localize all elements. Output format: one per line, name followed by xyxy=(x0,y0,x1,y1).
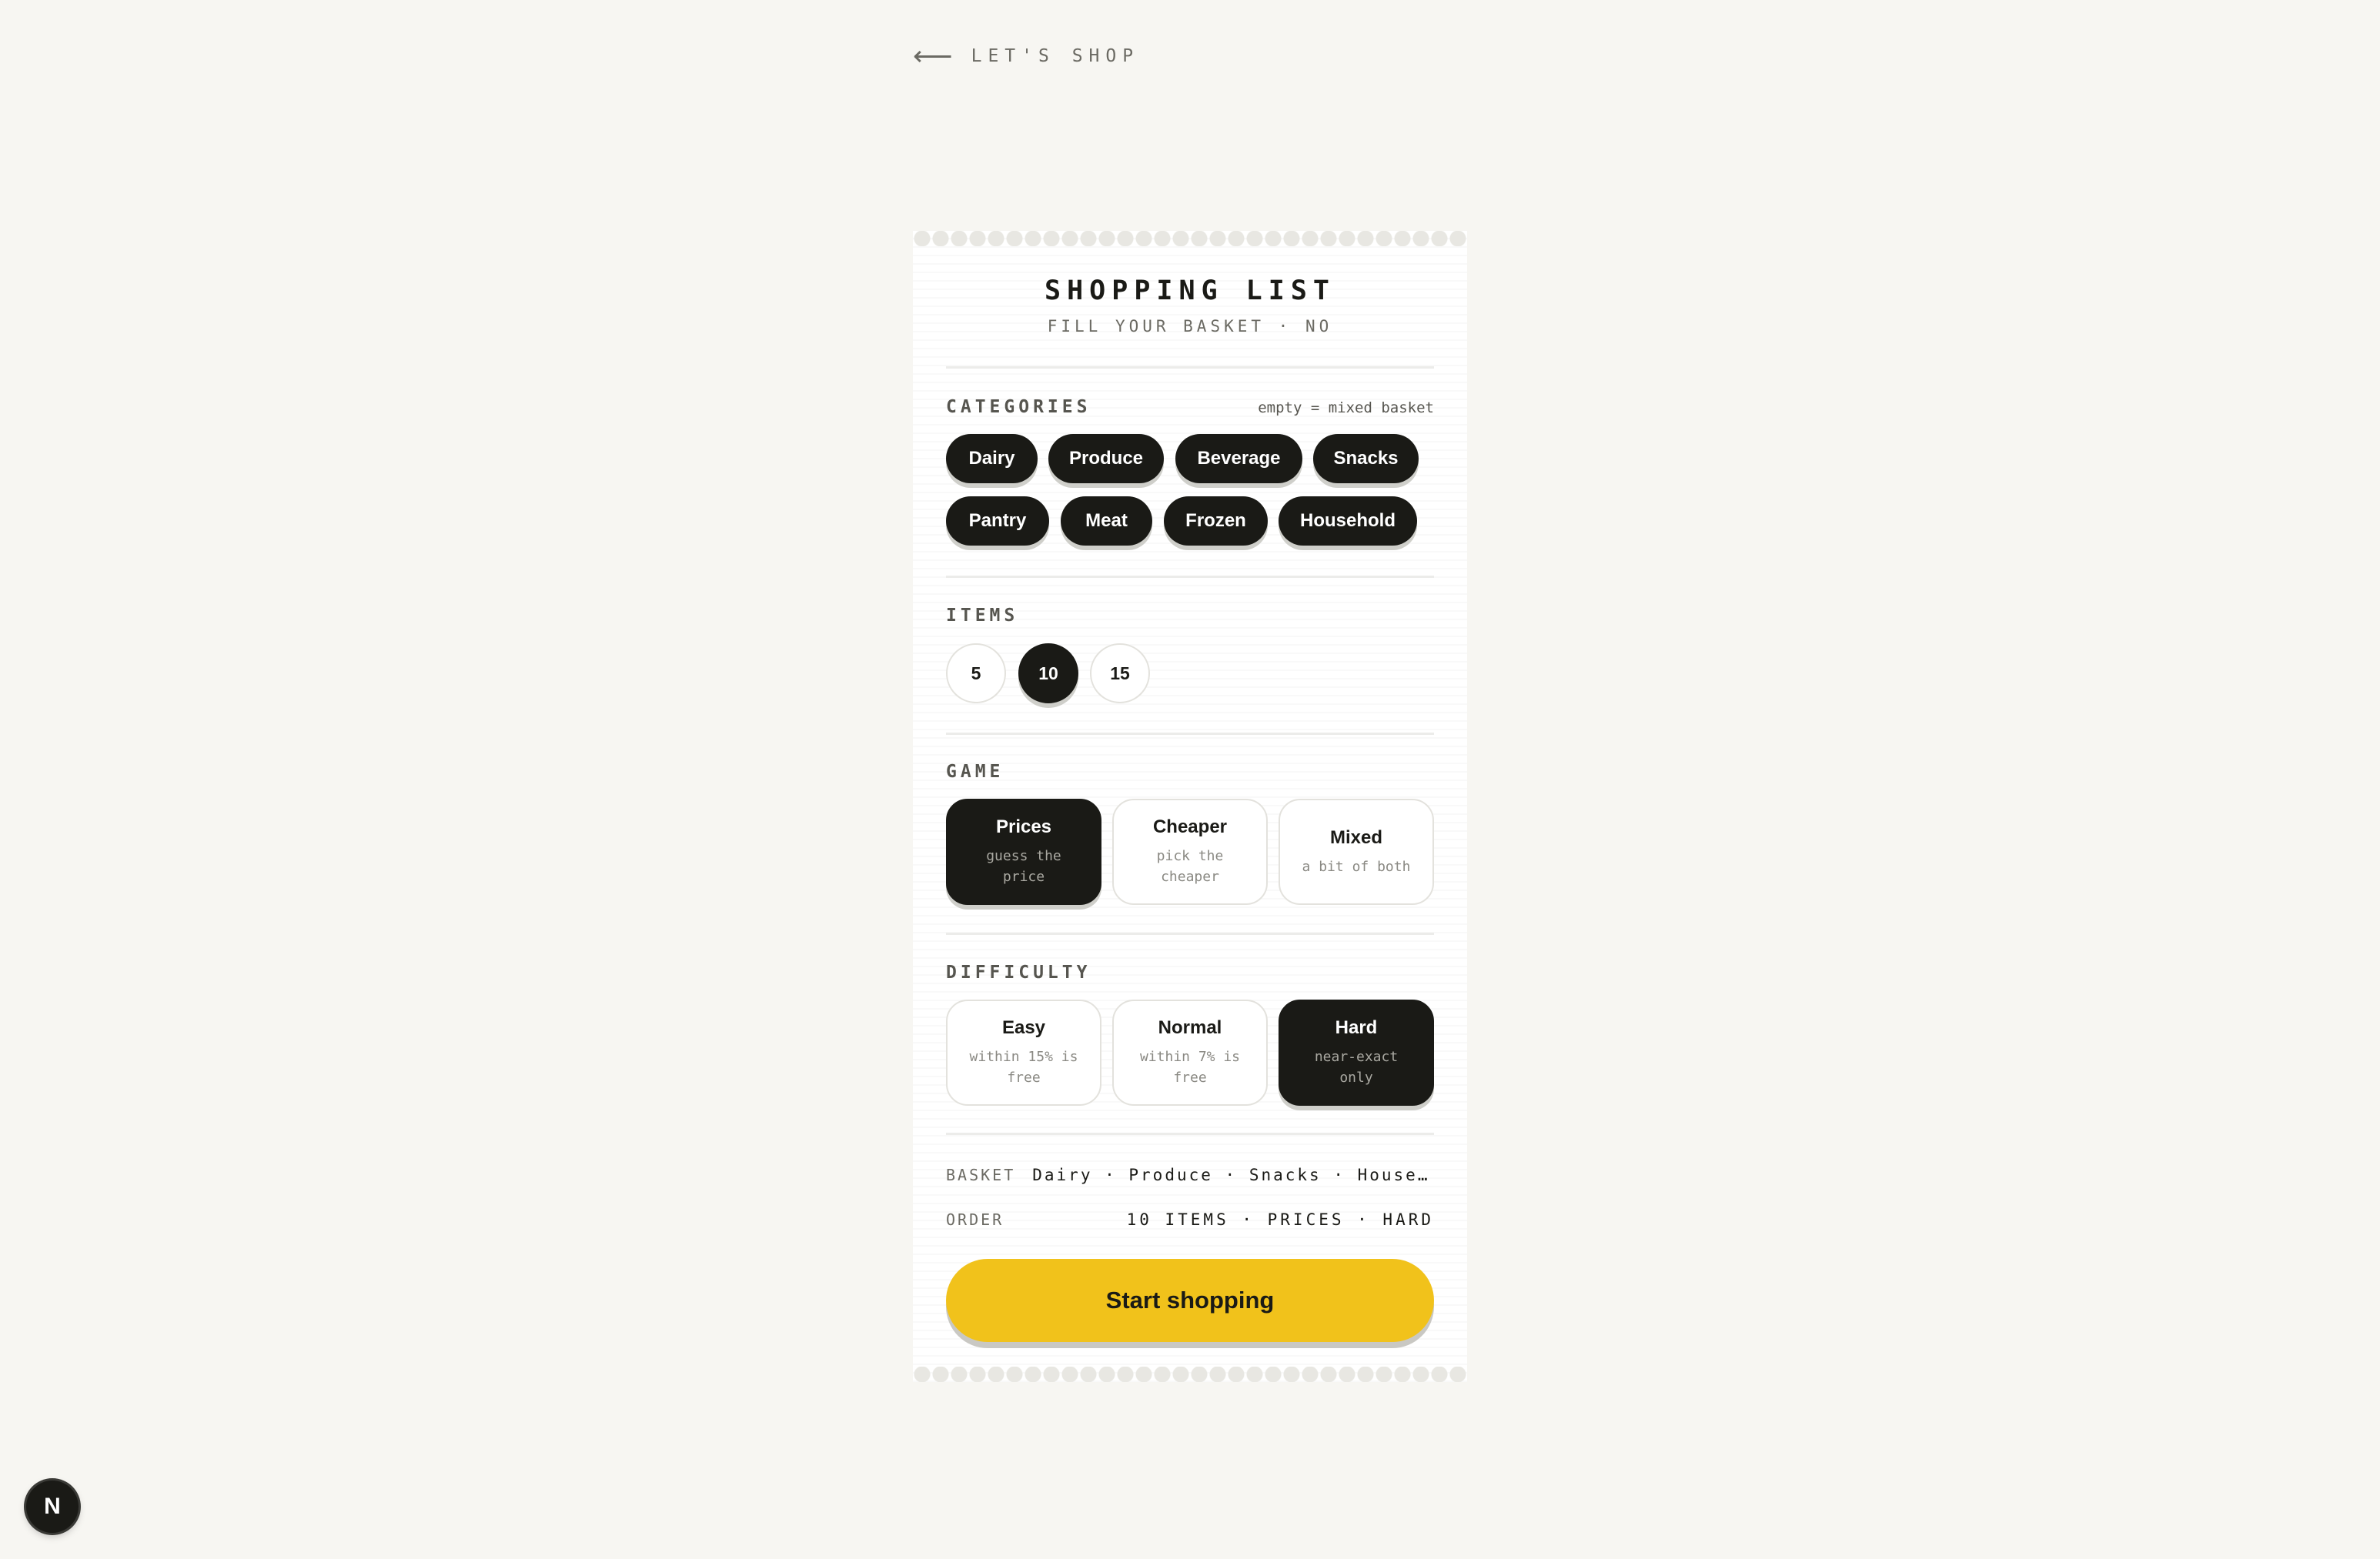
items-option-10[interactable]: 10 xyxy=(1018,643,1078,703)
game-option-mixed[interactable]: Mixed a bit of both xyxy=(1279,799,1434,905)
option-description: pick the cheaper xyxy=(1156,848,1224,885)
receipt-subtitle: FILL YOUR BASKET · NO xyxy=(1047,317,1333,336)
chip-frozen[interactable]: Frozen xyxy=(1164,496,1268,546)
chip-household[interactable]: Household xyxy=(1279,496,1417,546)
chip-snacks[interactable]: Snacks xyxy=(1313,434,1419,483)
option-description: a bit of both xyxy=(1302,858,1411,875)
basket-summary: BASKET Dairy · Produce · Snacks · Househ… xyxy=(946,1163,1434,1187)
option-description: within 15% is free xyxy=(969,1049,1078,1086)
items-option-5[interactable]: 5 xyxy=(946,643,1006,703)
difficulty-option-easy[interactable]: Easy within 15% is free xyxy=(946,1000,1101,1106)
basket-summary-value: Dairy · Produce · Snacks · Househo… xyxy=(1032,1166,1434,1184)
game-label: GAME xyxy=(946,762,1004,782)
category-chips: Dairy Produce Beverage Snacks Pantry Mea… xyxy=(946,434,1446,549)
game-option-prices[interactable]: Prices guess the price xyxy=(946,799,1101,905)
categories-label: CATEGORIES xyxy=(946,397,1091,417)
option-description: within 7% is free xyxy=(1139,1049,1241,1086)
chip-meat[interactable]: Meat xyxy=(1061,496,1152,546)
difficulty-option-normal[interactable]: Normal within 7% is free xyxy=(1112,1000,1268,1106)
chip-pantry[interactable]: Pantry xyxy=(946,496,1049,546)
receipt-top-edge xyxy=(913,231,1467,246)
option-title: Easy xyxy=(1001,1017,1046,1038)
divider xyxy=(946,366,1434,369)
difficulty-label: DIFFICULTY xyxy=(946,963,1091,983)
basket-summary-label: BASKET xyxy=(946,1166,1016,1184)
option-title: Cheaper xyxy=(1152,816,1228,837)
option-title: Hard xyxy=(1335,1017,1378,1038)
order-summary-value: 10 ITEMS · PRICES · HARD xyxy=(1126,1210,1434,1229)
chip-produce[interactable]: Produce xyxy=(1048,434,1164,483)
back-link-label: LET'S SHOP xyxy=(971,46,1140,66)
option-description: guess the price xyxy=(986,848,1061,885)
receipt-bottom-edge xyxy=(913,1367,1467,1382)
game-option-cheaper[interactable]: Cheaper pick the cheaper xyxy=(1112,799,1268,905)
option-title: Normal xyxy=(1158,1017,1222,1038)
items-label: ITEMS xyxy=(946,606,1019,626)
divider xyxy=(946,733,1434,735)
order-summary-label: ORDER xyxy=(946,1210,1004,1229)
order-summary: ORDER 10 ITEMS · PRICES · HARD xyxy=(946,1208,1434,1231)
option-description: near-exact only xyxy=(1314,1049,1399,1086)
option-title: Mixed xyxy=(1329,826,1382,848)
divider xyxy=(946,933,1434,935)
divider xyxy=(946,1133,1434,1135)
arrow-left-icon: ⟵ xyxy=(913,40,953,72)
items-option-15[interactable]: 15 xyxy=(1090,643,1150,703)
option-title: Prices xyxy=(995,816,1052,837)
categories-hint: empty = mixed basket xyxy=(1258,399,1434,416)
receipt-title: SHOPPING LIST xyxy=(1045,275,1335,306)
start-shopping-button[interactable]: Start shopping xyxy=(946,1259,1434,1342)
difficulty-option-hard[interactable]: Hard near-exact only xyxy=(1279,1000,1434,1106)
back-link[interactable]: ⟵ LET'S SHOP xyxy=(913,42,1139,71)
chip-dairy[interactable]: Dairy xyxy=(946,434,1038,483)
chip-beverage[interactable]: Beverage xyxy=(1175,434,1302,483)
divider xyxy=(946,576,1434,578)
shopping-list-receipt: SHOPPING LIST FILL YOUR BASKET · NO CATE… xyxy=(913,231,1467,1382)
n-badge-button[interactable]: N xyxy=(26,1481,79,1533)
